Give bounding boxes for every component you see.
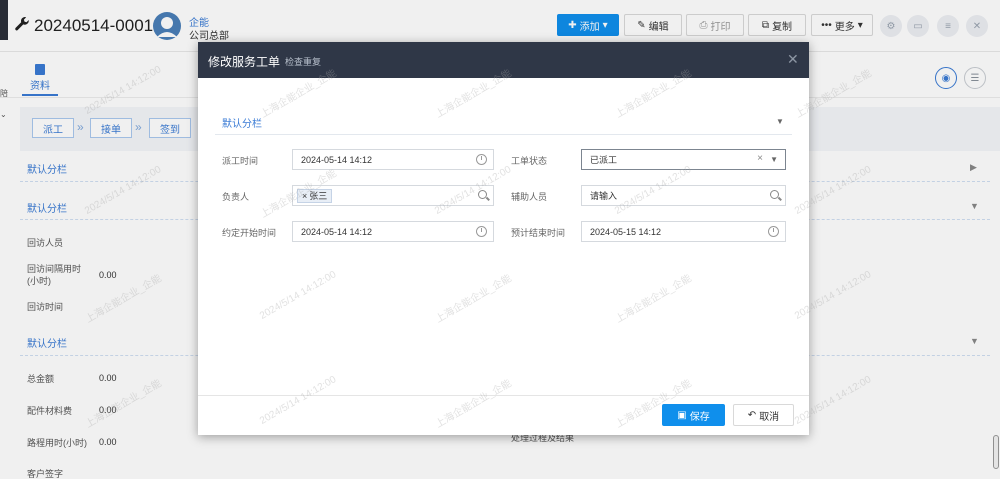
owner-tag-label: 张三 bbox=[309, 191, 328, 201]
section-divider bbox=[215, 134, 792, 135]
caret-down-icon[interactable]: ▼ bbox=[770, 155, 778, 164]
cancel-label: 取消 bbox=[759, 411, 780, 423]
clear-icon[interactable]: × bbox=[757, 153, 763, 164]
dialog-header: 修改服务工单 检查重复 ✕ bbox=[198, 42, 809, 78]
cancel-button[interactable]: ↶ 取消 bbox=[733, 404, 794, 426]
dispatch-time-value: 2024-05-14 14:12 bbox=[301, 154, 373, 165]
status-select[interactable]: 已派工 × ▼ bbox=[581, 149, 786, 170]
owner-tag[interactable]: × 张三 bbox=[297, 188, 333, 203]
undo-icon: ↶ bbox=[747, 409, 757, 421]
dispatch-time-label: 派工时间 bbox=[222, 156, 259, 166]
start-time-field[interactable]: 2024-05-14 14:12 bbox=[292, 221, 494, 242]
clock-icon[interactable] bbox=[476, 226, 487, 237]
status-value: 已派工 bbox=[590, 155, 618, 165]
assistant-label: 辅助人员 bbox=[511, 192, 548, 202]
assistant-field[interactable]: 请输入 bbox=[581, 185, 786, 206]
close-icon[interactable]: ✕ bbox=[787, 51, 799, 68]
dialog-title: 修改服务工单 bbox=[208, 55, 281, 69]
remove-tag-icon[interactable]: × bbox=[302, 191, 307, 201]
save-button[interactable]: ▣ 保存 bbox=[662, 404, 725, 426]
assistant-placeholder: 请输入 bbox=[590, 191, 618, 201]
end-time-label: 预计结束时间 bbox=[511, 228, 566, 238]
clock-icon[interactable] bbox=[768, 226, 779, 237]
start-time-value: 2024-05-14 14:12 bbox=[301, 226, 373, 237]
clock-icon[interactable] bbox=[476, 154, 487, 165]
start-time-label: 约定开始时间 bbox=[222, 228, 277, 238]
end-time-value: 2024-05-15 14:12 bbox=[590, 226, 662, 237]
owner-label: 负责人 bbox=[222, 192, 250, 202]
footer-divider bbox=[198, 395, 809, 396]
save-label: 保存 bbox=[689, 411, 710, 423]
search-icon[interactable] bbox=[478, 190, 487, 199]
caret-down-icon[interactable]: ▼ bbox=[776, 117, 784, 126]
section-title[interactable]: 默认分栏 bbox=[222, 115, 262, 130]
save-icon: ▣ bbox=[677, 409, 687, 421]
edit-order-dialog: 修改服务工单 检查重复 ✕ 默认分栏 ▼ 派工时间 2024-05-14 14:… bbox=[198, 42, 809, 435]
owner-field[interactable]: × 张三 bbox=[292, 185, 494, 206]
check-duplicate-link[interactable]: 检查重复 bbox=[285, 55, 321, 68]
end-time-field[interactable]: 2024-05-15 14:12 bbox=[581, 221, 786, 242]
search-icon[interactable] bbox=[770, 190, 779, 199]
status-label: 工单状态 bbox=[511, 156, 548, 166]
dispatch-time-field[interactable]: 2024-05-14 14:12 bbox=[292, 149, 494, 170]
